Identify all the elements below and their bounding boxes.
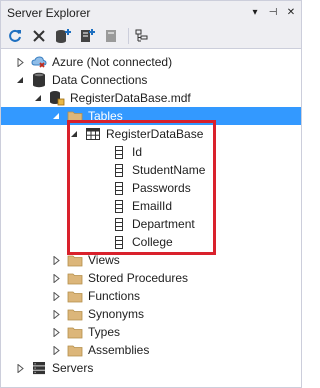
table-grid-icon: [85, 126, 101, 142]
tree-item-label: Servers: [52, 361, 94, 375]
folder-icon: [67, 288, 83, 304]
tree-item-label: Azure (Not connected): [52, 55, 173, 69]
toolbar: [1, 24, 301, 49]
column-icon: [111, 234, 127, 250]
tree-item-column[interactable]: College: [1, 233, 301, 251]
tree-item-label: RegisterDataBase: [106, 127, 204, 141]
collapse-arrow-icon[interactable]: [33, 93, 43, 103]
tree-item-column[interactable]: EmailId: [1, 197, 301, 215]
tree-item-label: Data Connections: [52, 73, 148, 87]
tree-item-column[interactable]: StudentName: [1, 161, 301, 179]
tree-item-table[interactable]: RegisterDataBase: [1, 125, 301, 143]
panel-title: Server Explorer: [7, 5, 91, 20]
tree-item-label: Synonyms: [88, 307, 145, 321]
tree-item-assemblies[interactable]: Assemblies: [1, 341, 301, 359]
column-icon: [111, 162, 127, 178]
column-icon: [111, 216, 127, 232]
tree-item-data-connections[interactable]: Data Connections: [1, 71, 301, 89]
tree-item-label: Views: [88, 253, 120, 267]
column-icon: [111, 144, 127, 160]
panel-titlebar: Server Explorer ▾ ⊣ ✕: [1, 1, 301, 24]
tree-item-functions[interactable]: Functions: [1, 287, 301, 305]
folder-icon: [67, 108, 83, 124]
refresh-icon[interactable]: [5, 26, 25, 46]
tree-item-label: RegisterDataBase.mdf: [70, 91, 191, 105]
expand-arrow-icon[interactable]: [51, 327, 61, 337]
tree-item-azure[interactable]: Azure (Not connected): [1, 53, 301, 71]
expand-arrow-icon[interactable]: [15, 57, 25, 67]
folder-icon: [67, 306, 83, 322]
collapse-arrow-icon[interactable]: [51, 111, 61, 121]
tree-item-label: Tables: [88, 109, 123, 123]
toolbar-separator: [128, 28, 129, 44]
tree-item-views[interactable]: Views: [1, 251, 301, 269]
add-connection-icon[interactable]: [53, 26, 73, 46]
tree-item-tables[interactable]: Tables: [1, 107, 301, 125]
tree-item-synonyms[interactable]: Synonyms: [1, 305, 301, 323]
properties-icon[interactable]: [132, 26, 152, 46]
close-icon[interactable]: ✕: [283, 5, 299, 21]
folder-icon: [67, 342, 83, 358]
expand-arrow-icon[interactable]: [51, 255, 61, 265]
pin-icon[interactable]: ⊣: [265, 5, 281, 21]
column-label: EmailId: [132, 199, 173, 213]
expand-arrow-icon[interactable]: [51, 309, 61, 319]
azure-cloud-icon: [31, 54, 47, 70]
expand-arrow-icon[interactable]: [51, 273, 61, 283]
tree-item-stored-procedures[interactable]: Stored Procedures: [1, 269, 301, 287]
tree-item-column[interactable]: Id: [1, 143, 301, 161]
column-label: College: [132, 235, 173, 249]
expand-arrow-icon[interactable]: [15, 363, 25, 373]
stop-icon[interactable]: [29, 26, 49, 46]
dropdown-arrow-icon[interactable]: ▾: [247, 5, 263, 21]
collapse-arrow-icon[interactable]: [15, 75, 25, 85]
tree-item-column[interactable]: Passwords: [1, 179, 301, 197]
column-icon: [111, 180, 127, 196]
expand-arrow-icon[interactable]: [51, 345, 61, 355]
collapse-arrow-icon[interactable]: [69, 129, 79, 139]
folder-icon: [67, 270, 83, 286]
database-file-icon: [49, 90, 65, 106]
folder-icon: [67, 252, 83, 268]
server-explorer-panel: Server Explorer ▾ ⊣ ✕ Azure (Not connect…: [0, 0, 302, 388]
tree-item-servers[interactable]: Servers: [1, 359, 301, 377]
tree-item-database-file[interactable]: RegisterDataBase.mdf: [1, 89, 301, 107]
tree-item-label: Functions: [88, 289, 141, 303]
expand-arrow-icon[interactable]: [51, 291, 61, 301]
folder-icon: [67, 324, 83, 340]
tree-item-label: Assemblies: [88, 343, 150, 357]
column-label: Passwords: [132, 181, 191, 195]
tree-item-label: Types: [88, 325, 121, 339]
connect-sharepoint-icon[interactable]: [101, 26, 121, 46]
servers-icon: [31, 360, 47, 376]
column-label: Department: [132, 217, 195, 231]
column-label: StudentName: [132, 163, 206, 177]
connect-to-server-icon[interactable]: [77, 26, 97, 46]
tree-item-types[interactable]: Types: [1, 323, 301, 341]
tree-item-label: Stored Procedures: [88, 271, 189, 285]
column-icon: [111, 198, 127, 214]
tree-item-column[interactable]: Department: [1, 215, 301, 233]
column-label: Id: [132, 145, 143, 159]
data-connections-icon: [31, 72, 47, 88]
